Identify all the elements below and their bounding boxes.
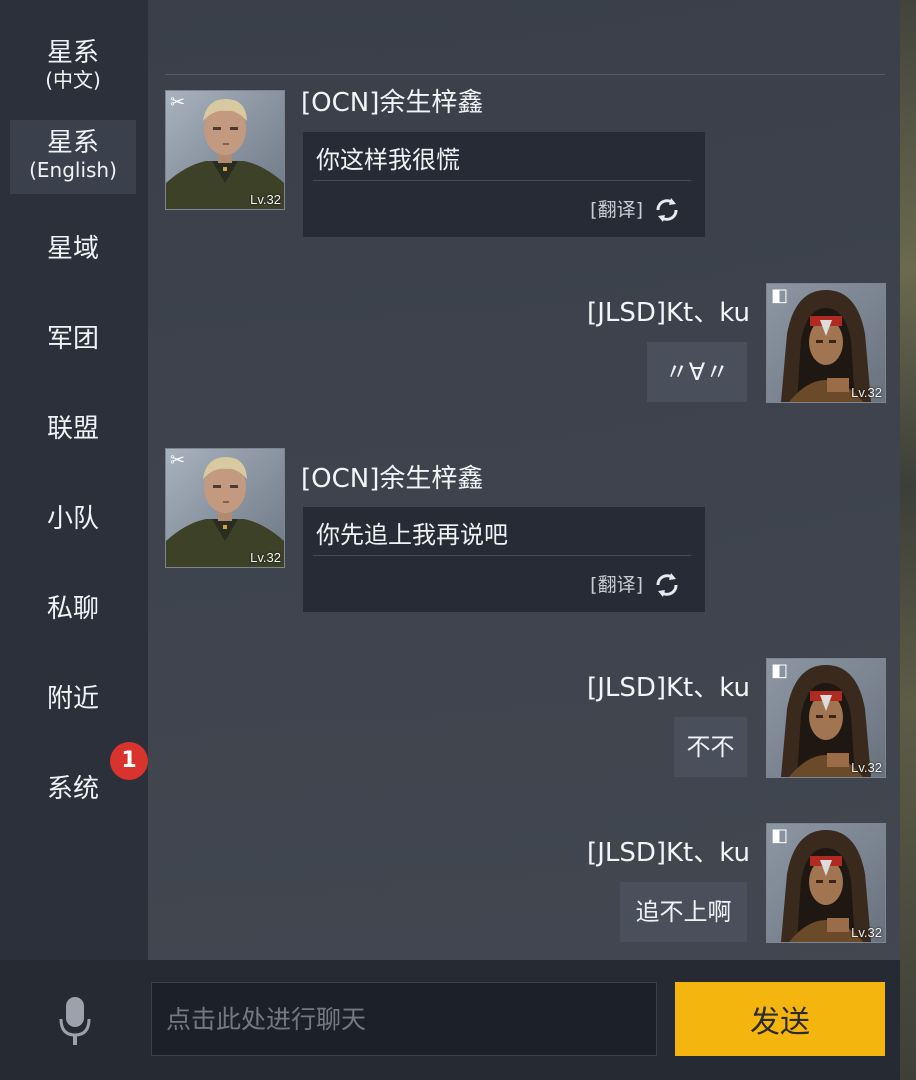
message-bubble: 追不上啊 bbox=[620, 882, 747, 942]
bubble-divider bbox=[313, 180, 691, 181]
level-label: Lv.32 bbox=[250, 550, 281, 565]
channel-alliance[interactable]: 联盟 bbox=[10, 414, 136, 444]
channel-legion[interactable]: 军团 bbox=[10, 324, 136, 354]
sender-avatar[interactable]: ◧ Lv.32 bbox=[766, 283, 886, 403]
level-label: Lv.32 bbox=[250, 192, 281, 207]
level-label: Lv.32 bbox=[851, 760, 882, 775]
channel-label: 小队 bbox=[46, 504, 99, 534]
channel-galaxy-chinese[interactable]: 星系 (中文) bbox=[10, 38, 136, 102]
chat-input[interactable] bbox=[151, 982, 657, 1056]
level-label: Lv.32 bbox=[851, 385, 882, 400]
sender-name: [JLSD]Kt、ku bbox=[587, 838, 750, 868]
channel-label: 星域 bbox=[46, 234, 99, 264]
channel-private[interactable]: 私聊 bbox=[10, 594, 136, 624]
channel-label: 军团 bbox=[46, 324, 99, 354]
sender-avatar[interactable]: ✂ Lv.32 bbox=[165, 90, 285, 210]
tools-icon: ✂ bbox=[170, 92, 186, 113]
message-text: 你这样我很慌 bbox=[316, 146, 460, 174]
channel-label: 附近 bbox=[46, 684, 99, 714]
channel-label: 联盟 bbox=[46, 414, 99, 444]
channel-sublabel: (中文) bbox=[45, 68, 101, 92]
translate-button[interactable]: [翻译] bbox=[590, 198, 643, 222]
message-text: 不不 bbox=[686, 733, 735, 761]
refresh-icon[interactable] bbox=[653, 196, 681, 224]
message-bubble: 你先追上我再说吧 [翻译] bbox=[303, 507, 705, 612]
message-bubble: 不不 bbox=[674, 717, 747, 777]
unread-badge: 1 bbox=[110, 742, 148, 780]
channel-galaxy-english[interactable]: 星系 (English) bbox=[10, 120, 136, 194]
channel-sidebar: 星系 (中文) 星系 (English) 星域 军团 联盟 小队 私聊 附近 系… bbox=[0, 0, 148, 960]
tag-icon: ◧ bbox=[771, 285, 789, 306]
channel-label: 星系 bbox=[46, 128, 99, 158]
tools-icon: ✂ bbox=[170, 450, 186, 471]
channel-sector[interactable]: 星域 bbox=[10, 234, 136, 264]
translate-button[interactable]: [翻译] bbox=[590, 573, 643, 597]
channel-nearby[interactable]: 附近 bbox=[10, 684, 136, 714]
chat-divider bbox=[165, 74, 885, 75]
channel-label: 星系 bbox=[46, 38, 99, 68]
message-bubble: 你这样我很慌 [翻译] bbox=[303, 132, 705, 237]
bubble-divider bbox=[313, 555, 691, 556]
refresh-icon[interactable] bbox=[653, 571, 681, 599]
level-label: Lv.32 bbox=[851, 925, 882, 940]
channel-label: 私聊 bbox=[46, 594, 99, 624]
tag-icon: ◧ bbox=[771, 660, 789, 681]
channel-label: 系统 bbox=[46, 774, 99, 804]
tag-icon: ◧ bbox=[771, 825, 789, 846]
sender-avatar[interactable]: ◧ Lv.32 bbox=[766, 658, 886, 778]
sender-name: [JLSD]Kt、ku bbox=[587, 673, 750, 703]
sender-name: [OCN]余生梓鑫 bbox=[301, 464, 484, 494]
message-text: 〃∀〃 bbox=[664, 358, 730, 386]
message-text: 你先追上我再说吧 bbox=[316, 521, 508, 549]
channel-system[interactable]: 系统 bbox=[10, 774, 136, 804]
channel-sublabel: (English) bbox=[29, 158, 117, 182]
sender-avatar[interactable]: ◧ Lv.32 bbox=[766, 823, 886, 943]
message-bubble: 〃∀〃 bbox=[647, 342, 747, 402]
game-background-strip bbox=[900, 0, 916, 1080]
microphone-icon[interactable] bbox=[57, 995, 93, 1047]
sender-name: [OCN]余生梓鑫 bbox=[301, 88, 484, 118]
channel-squad[interactable]: 小队 bbox=[10, 504, 136, 534]
send-button[interactable]: 发送 bbox=[675, 982, 885, 1056]
sender-avatar[interactable]: ✂ Lv.32 bbox=[165, 448, 285, 568]
sender-name: [JLSD]Kt、ku bbox=[587, 298, 750, 328]
message-text: 追不上啊 bbox=[635, 898, 732, 926]
